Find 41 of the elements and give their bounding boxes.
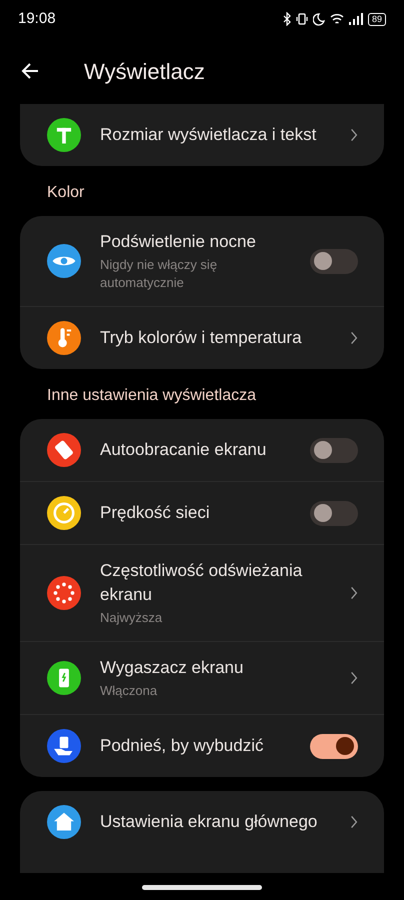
phone-icon (47, 661, 81, 695)
setting-title[interactable]: Tryb kolorów i temperatura (100, 326, 331, 350)
back-icon[interactable] (20, 61, 40, 81)
section-heading: Inne ustawienia wyświetlacza (46, 386, 257, 406)
setting-title[interactable]: Wygaszacz ekranu (100, 656, 331, 680)
toggle-switch[interactable] (310, 734, 358, 758)
chevron-icon (350, 815, 358, 829)
dotted-circle-icon (47, 576, 81, 610)
signal-icon (348, 12, 363, 26)
status-time: 19:08 (18, 8, 56, 29)
home-icon (47, 805, 81, 839)
toggle-switch[interactable] (310, 248, 358, 274)
toggle-switch[interactable] (310, 438, 358, 462)
rotate-icon (47, 433, 81, 467)
page-title: Wyświetlacz (84, 58, 205, 86)
hand-phone-icon (47, 729, 81, 763)
section-heading: Kolor (46, 183, 86, 203)
letter-icon (47, 118, 81, 152)
wifi-icon (330, 12, 344, 26)
setting-subtitle: Włączona (100, 682, 158, 700)
setting-subtitle: Najwyższa (100, 609, 164, 627)
setting-title[interactable]: Autoobracanie ekranu (100, 438, 291, 462)
thermometer-icon (47, 321, 81, 355)
setting-title[interactable]: Prędkość sieci (100, 501, 291, 525)
setting-title[interactable]: Podświetlenie nocne (100, 230, 291, 254)
bluetooth-icon (282, 12, 291, 26)
eye-icon (47, 244, 81, 278)
setting-title[interactable]: Ustawienia ekranu głównego (100, 810, 331, 834)
setting-title[interactable]: Podnieś, by wybudzić (100, 734, 291, 758)
chevron-icon (350, 671, 358, 685)
battery-level: 89 (368, 12, 386, 26)
vibrate-icon (296, 12, 308, 26)
toggle-switch[interactable] (310, 500, 358, 526)
chevron-icon (350, 128, 358, 142)
setting-subtitle: Nigdy nie włączy się automatycznie (100, 256, 218, 292)
speedometer-icon (47, 496, 81, 530)
setting-title[interactable]: Rozmiar wyświetlacza i tekst (100, 123, 331, 147)
chevron-icon (350, 586, 358, 600)
setting-title[interactable]: Częstotliwość odświeżania ekranu (100, 559, 331, 607)
moon-icon (312, 12, 325, 26)
chevron-icon (350, 331, 358, 345)
